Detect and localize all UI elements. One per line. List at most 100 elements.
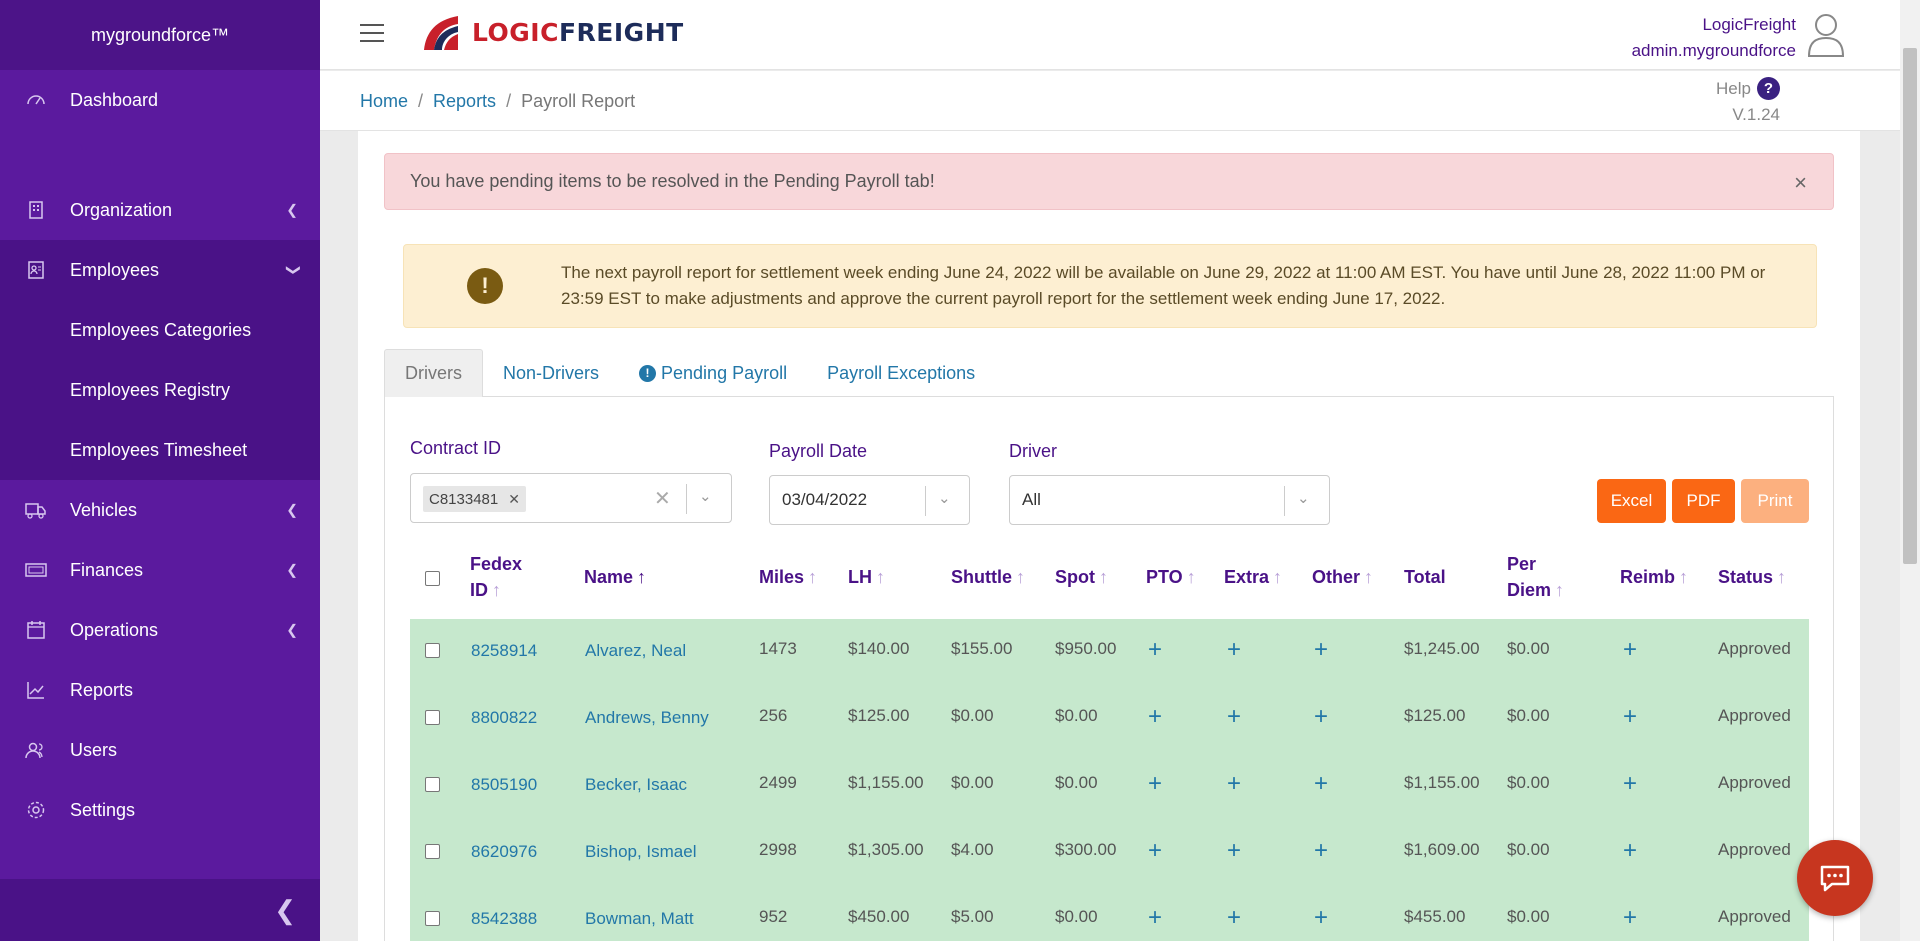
sidebar-item-employees-categories[interactable]: Employees Categories [0,300,320,360]
col-pto[interactable]: PTO ↑ [1146,564,1196,590]
tab-pending-payroll[interactable]: ! Pending Payroll [619,349,807,397]
row-checkbox[interactable] [425,710,440,725]
total-cell: $1,155.00 [1404,773,1480,792]
sidebar-item-employees[interactable]: Employees ❮ [0,240,320,300]
add-pto-icon[interactable]: + [1148,770,1162,798]
driver-name-link[interactable]: Bishop, Ismael [585,842,697,862]
col-per-diem[interactable]: Per Diem ↑ [1507,551,1564,603]
sidebar-item-dashboard[interactable]: Dashboard [0,70,320,130]
calendar-icon [24,618,48,642]
contract-id-select[interactable]: C8133481 ✕ ✕ ⌄ [410,473,732,523]
col-total[interactable]: Total [1404,564,1446,590]
sidebar-item-employees-registry[interactable]: Employees Registry [0,360,320,420]
spot-cell: $300.00 [1055,840,1117,859]
sidebar-item-vehicles[interactable]: Vehicles ❮ [0,480,320,540]
add-pto-icon[interactable]: + [1148,837,1162,865]
add-extra-icon[interactable]: + [1227,904,1241,932]
sidebar-item-operations[interactable]: Operations ❮ [0,600,320,660]
add-other-icon[interactable]: + [1314,636,1328,664]
fedex-id-link[interactable]: 8258914 [471,641,537,661]
col-fedex-id[interactable]: Fedex ID ↑ [470,551,522,603]
add-other-icon[interactable]: + [1314,837,1328,865]
add-extra-icon[interactable]: + [1227,770,1241,798]
total-cell: $1,245.00 [1404,639,1480,658]
breadcrumb-reports-link[interactable]: Reports [433,91,496,111]
select-divider [686,484,687,514]
hamburger-menu-icon[interactable] [360,24,384,48]
col-spot[interactable]: Spot ↑ [1055,564,1108,590]
add-reimb-icon[interactable]: + [1623,904,1637,932]
chip-remove-icon[interactable]: ✕ [508,491,520,508]
logo[interactable]: LOGICFREIGHT [420,12,684,52]
add-extra-icon[interactable]: + [1227,837,1241,865]
sidebar-item-finances[interactable]: Finances ❮ [0,540,320,600]
add-reimb-icon[interactable]: + [1623,770,1637,798]
scrollbar-thumb[interactable] [1903,48,1917,564]
excel-button[interactable]: Excel [1597,479,1666,523]
status-cell: Approved [1718,907,1791,926]
chevron-left-icon: ❮ [286,501,298,518]
sidebar-collapse-button[interactable]: ❮ [0,879,320,941]
shuttle-cell: $0.00 [951,706,994,725]
user-info[interactable]: LogicFreight admin.mygroundforce [1632,12,1796,64]
breadcrumb-home-link[interactable]: Home [360,91,408,111]
status-cell: Approved [1718,706,1791,725]
row-checkbox[interactable] [425,844,440,859]
add-other-icon[interactable]: + [1314,703,1328,731]
add-pto-icon[interactable]: + [1148,904,1162,932]
status-cell: Approved [1718,773,1791,792]
brand-name[interactable]: mygroundforce™ [0,0,320,70]
col-lh[interactable]: LH ↑ [848,564,885,590]
fedex-id-link[interactable]: 8505190 [471,775,537,795]
select-all-checkbox[interactable] [425,571,440,586]
fedex-id-link[interactable]: 8800822 [471,708,537,728]
add-pto-icon[interactable]: + [1148,636,1162,664]
col-name[interactable]: Name ↑ [584,564,646,590]
sidebar-item-settings[interactable]: Settings [0,780,320,840]
col-reimb[interactable]: Reimb ↑ [1620,564,1688,590]
pdf-button[interactable]: PDF [1672,479,1735,523]
add-other-icon[interactable]: + [1314,904,1328,932]
payroll-date-select[interactable]: 03/04/2022 ⌄ [769,475,970,525]
col-extra[interactable]: Extra ↑ [1224,564,1282,590]
sidebar-item-employees-timesheet[interactable]: Employees Timesheet [0,420,320,480]
spot-cell: $950.00 [1055,639,1117,658]
col-miles[interactable]: Miles ↑ [759,564,817,590]
add-reimb-icon[interactable]: + [1623,837,1637,865]
help-link[interactable]: Help ? [1716,77,1780,100]
row-checkbox[interactable] [425,777,440,792]
driver-name-link[interactable]: Alvarez, Neal [585,641,686,661]
add-extra-icon[interactable]: + [1227,703,1241,731]
driver-select[interactable]: All ⌄ [1009,475,1330,525]
tab-payroll-exceptions[interactable]: Payroll Exceptions [807,349,995,397]
driver-name-link[interactable]: Becker, Isaac [585,775,687,795]
driver-name-link[interactable]: Bowman, Matt [585,909,694,929]
chat-bubble-icon[interactable] [1797,840,1873,916]
add-extra-icon[interactable]: + [1227,636,1241,664]
sidebar-item-organization[interactable]: Organization ❮ [0,180,320,240]
driver-name-link[interactable]: Andrews, Benny [585,708,709,728]
sidebar-item-reports[interactable]: Reports [0,660,320,720]
miles-cell: 952 [759,907,788,926]
add-reimb-icon[interactable]: + [1623,636,1637,664]
col-status[interactable]: Status ↑ [1718,564,1786,590]
lh-cell: $1,305.00 [848,840,924,859]
col-shuttle[interactable]: Shuttle ↑ [951,564,1025,590]
col-other[interactable]: Other ↑ [1312,564,1373,590]
add-pto-icon[interactable]: + [1148,703,1162,731]
add-other-icon[interactable]: + [1314,770,1328,798]
row-checkbox[interactable] [425,911,440,926]
tab-drivers[interactable]: Drivers [384,349,483,397]
add-reimb-icon[interactable]: + [1623,703,1637,731]
lh-cell: $450.00 [848,907,910,926]
sidebar-item-users[interactable]: Users [0,720,320,780]
row-checkbox[interactable] [425,643,440,658]
fedex-id-link[interactable]: 8542388 [471,909,537,929]
close-icon[interactable]: × [1794,170,1807,196]
page-scrollbar[interactable] [1900,0,1920,941]
clear-icon[interactable]: ✕ [654,486,671,511]
tab-non-drivers[interactable]: Non-Drivers [483,349,619,397]
user-avatar-icon[interactable] [1806,12,1846,58]
print-button[interactable]: Print [1741,479,1809,523]
fedex-id-link[interactable]: 8620976 [471,842,537,862]
